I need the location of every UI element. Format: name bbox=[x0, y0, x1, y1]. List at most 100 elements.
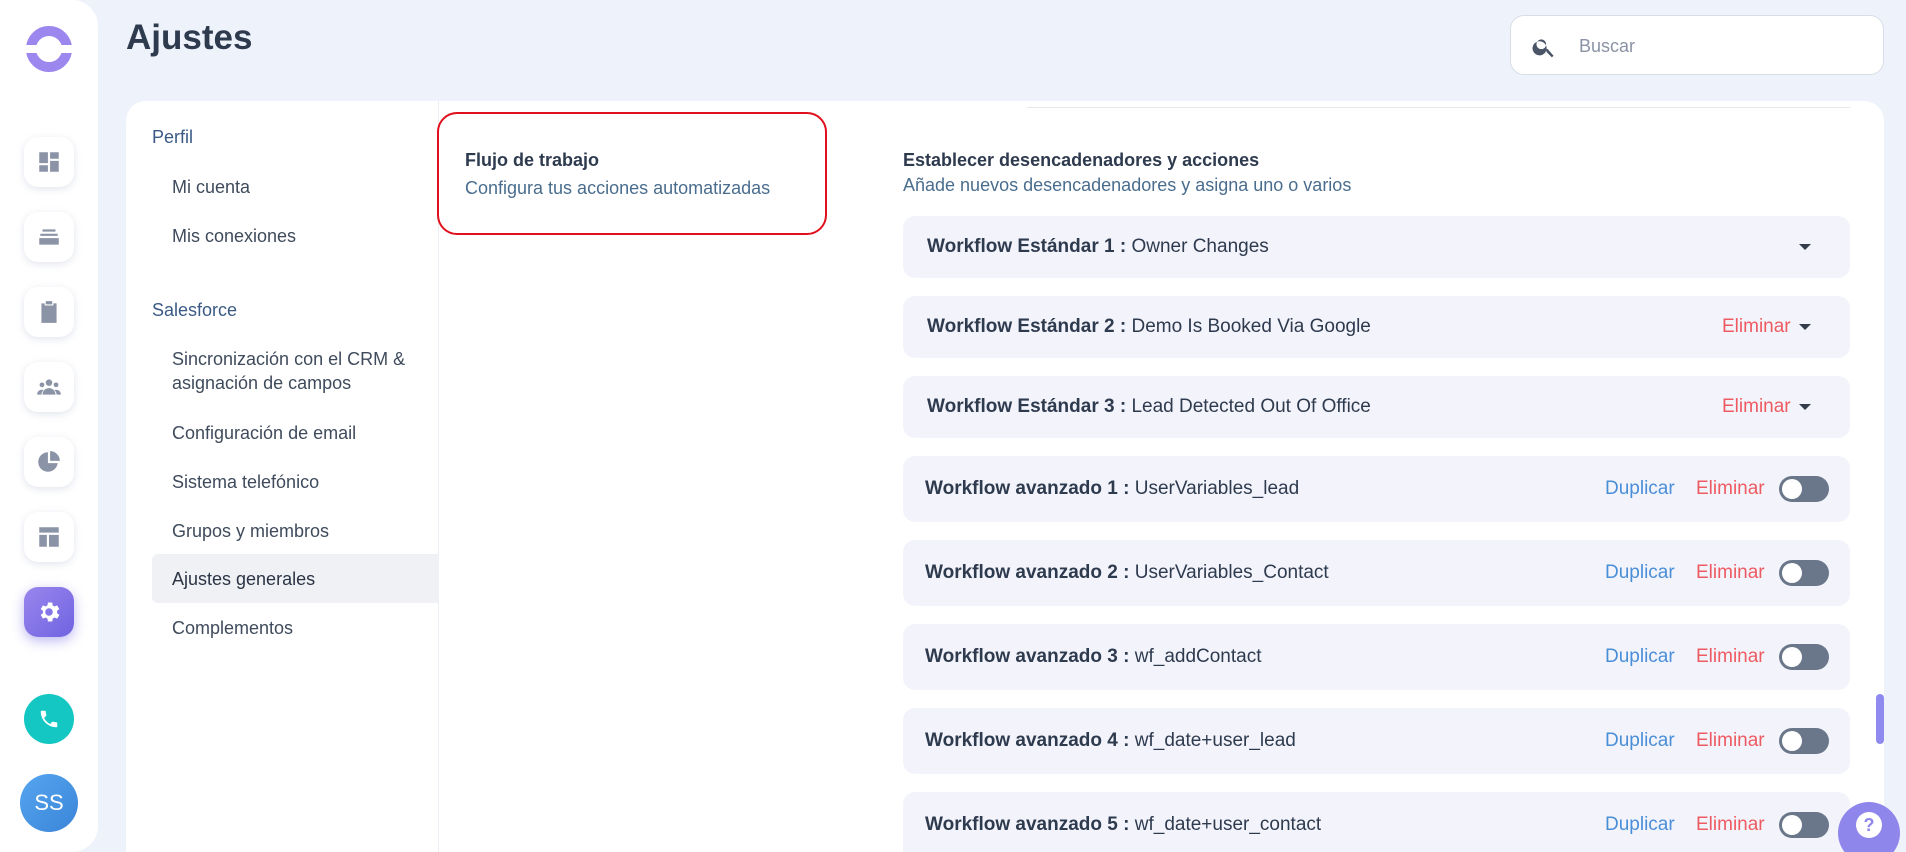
sidebar-item-groups-members[interactable]: Grupos y miembros bbox=[152, 519, 439, 543]
workflow-name: wf_date+user_contact bbox=[1134, 814, 1322, 835]
workflow-section-subtitle: Configura tus acciones automatizadas bbox=[465, 178, 771, 198]
workflow-prefix: Workflow Estándar 2 : bbox=[927, 316, 1127, 337]
workflow-enable-toggle[interactable] bbox=[1779, 812, 1829, 838]
section-divider bbox=[1027, 107, 1850, 108]
rail-teams-button[interactable] bbox=[24, 362, 74, 412]
sidebar-heading-salesforce: Salesforce bbox=[152, 300, 238, 320]
app-logo-icon[interactable] bbox=[24, 24, 74, 74]
help-button[interactable]: ? bbox=[1838, 802, 1900, 852]
workflow-prefix: Workflow Estándar 3 : bbox=[927, 396, 1127, 417]
sidebar-item-crm-sync[interactable]: Sincronización con el CRM & asignación d… bbox=[152, 347, 439, 395]
workflow-name: Owner Changes bbox=[1131, 236, 1269, 257]
sidebar-item-my-connections[interactable]: Mis conexiones bbox=[152, 224, 439, 248]
duplicate-button[interactable]: Duplicar bbox=[1605, 814, 1675, 836]
settings-sidebar: Perfil Mi cuenta Mis conexiones Salesfor… bbox=[126, 101, 439, 852]
gear-icon bbox=[40, 602, 60, 622]
workflow-row-standard-3[interactable]: Workflow Estándar 3 : Lead Detected Out … bbox=[903, 376, 1850, 438]
duplicate-button[interactable]: Duplicar bbox=[1605, 730, 1675, 752]
toggle-knob bbox=[1782, 647, 1802, 667]
workflow-label: Workflow Estándar 3 : Lead Detected Out … bbox=[927, 396, 1371, 418]
workflow-prefix: Workflow avanzado 4 : bbox=[925, 730, 1130, 751]
delete-button[interactable]: Eliminar bbox=[1722, 396, 1791, 418]
search-input[interactable] bbox=[1579, 28, 1869, 64]
phone-icon bbox=[40, 710, 58, 728]
workflow-name: Demo Is Booked Via Google bbox=[1131, 316, 1371, 337]
delete-button[interactable]: Eliminar bbox=[1696, 814, 1765, 836]
workflow-prefix: Workflow avanzado 1 : bbox=[925, 478, 1130, 499]
triggers-title: Establecer desencadenadores y acciones bbox=[903, 150, 1260, 170]
workflow-prefix: Workflow avanzado 2 : bbox=[925, 562, 1130, 583]
nav-rail: SS bbox=[0, 0, 98, 852]
rail-inbox-button[interactable] bbox=[24, 212, 74, 262]
workflow-enable-toggle[interactable] bbox=[1779, 560, 1829, 586]
triggers-subtitle: Añade nuevos desencadenadores y asigna u… bbox=[903, 175, 1352, 195]
workflow-section-title: Flujo de trabajo bbox=[465, 150, 600, 170]
workflow-row-advanced-2[interactable]: Workflow avanzado 2 : UserVariables_Cont… bbox=[903, 540, 1850, 606]
delete-button[interactable]: Eliminar bbox=[1696, 646, 1765, 668]
sidebar-item-my-account[interactable]: Mi cuenta bbox=[152, 175, 439, 199]
search-box[interactable] bbox=[1510, 15, 1884, 75]
workflow-enable-toggle[interactable] bbox=[1779, 644, 1829, 670]
dashboard-icon bbox=[39, 152, 59, 172]
workflow-row-advanced-5[interactable]: Workflow avanzado 5 : wf_date+user_conta… bbox=[903, 792, 1850, 852]
toggle-knob bbox=[1782, 479, 1802, 499]
workflow-label: Workflow avanzado 2 : UserVariables_Cont… bbox=[925, 562, 1329, 584]
workflow-prefix: Workflow avanzado 3 : bbox=[925, 646, 1130, 667]
workflow-row-standard-2[interactable]: Workflow Estándar 2 : Demo Is Booked Via… bbox=[903, 296, 1850, 358]
workflow-enable-toggle[interactable] bbox=[1779, 476, 1829, 502]
sidebar-item-general-settings[interactable]: Ajustes generales bbox=[152, 554, 439, 603]
delete-button[interactable]: Eliminar bbox=[1722, 316, 1791, 338]
question-icon: ? bbox=[1856, 812, 1882, 838]
workflow-label: Workflow avanzado 3 : wf_addContact bbox=[925, 646, 1262, 668]
toggle-knob bbox=[1782, 815, 1802, 835]
workflow-name: wf_addContact bbox=[1134, 646, 1262, 667]
duplicate-button[interactable]: Duplicar bbox=[1605, 478, 1675, 500]
workflow-label: Workflow avanzado 1 : UserVariables_lead bbox=[925, 478, 1299, 500]
delete-button[interactable]: Eliminar bbox=[1696, 562, 1765, 584]
scrollbar-thumb[interactable] bbox=[1876, 694, 1884, 744]
workflow-label: Workflow Estándar 2 : Demo Is Booked Via… bbox=[927, 316, 1371, 338]
workflow-prefix: Workflow avanzado 5 : bbox=[925, 814, 1130, 835]
search-icon bbox=[1532, 39, 1554, 58]
chevron-down-icon[interactable] bbox=[1799, 244, 1811, 250]
pie-chart-icon bbox=[38, 451, 60, 472]
clipboard-icon bbox=[41, 301, 57, 323]
layout-icon bbox=[39, 527, 59, 547]
phone-call-button[interactable] bbox=[24, 694, 74, 744]
workflow-label: Workflow avanzado 5 : wf_date+user_conta… bbox=[925, 814, 1321, 836]
workflow-label: Workflow Estándar 1 : Owner Changes bbox=[927, 236, 1269, 258]
chevron-down-icon[interactable] bbox=[1799, 404, 1811, 410]
workflow-row-advanced-1[interactable]: Workflow avanzado 1 : UserVariables_lead… bbox=[903, 456, 1850, 522]
workflow-row-advanced-4[interactable]: Workflow avanzado 4 : wf_date+user_lead … bbox=[903, 708, 1850, 774]
workflow-row-advanced-3[interactable]: Workflow avanzado 3 : wf_addContact Dupl… bbox=[903, 624, 1850, 690]
page-title: Ajustes bbox=[126, 18, 253, 57]
chevron-down-icon[interactable] bbox=[1799, 324, 1811, 330]
workflow-row-standard-1[interactable]: Workflow Estándar 1 : Owner Changes bbox=[903, 216, 1850, 278]
workflow-enable-toggle[interactable] bbox=[1779, 728, 1829, 754]
sidebar-item-phone-system[interactable]: Sistema telefónico bbox=[152, 470, 439, 494]
sidebar-heading-profile: Perfil bbox=[152, 127, 194, 147]
workflow-name: UserVariables_lead bbox=[1134, 478, 1300, 499]
inbox-icon bbox=[39, 229, 59, 245]
rail-reports-button[interactable] bbox=[24, 437, 74, 487]
people-icon bbox=[37, 379, 61, 395]
rail-templates-button[interactable] bbox=[24, 512, 74, 562]
rail-dashboard-button[interactable] bbox=[24, 137, 74, 187]
workflow-name: wf_date+user_lead bbox=[1134, 730, 1296, 751]
duplicate-button[interactable]: Duplicar bbox=[1605, 646, 1675, 668]
workflow-section-highlight bbox=[437, 112, 827, 235]
toggle-knob bbox=[1782, 731, 1802, 751]
duplicate-button[interactable]: Duplicar bbox=[1605, 562, 1675, 584]
sidebar-item-email-config[interactable]: Configuración de email bbox=[152, 421, 439, 445]
toggle-knob bbox=[1782, 563, 1802, 583]
rail-settings-button[interactable] bbox=[24, 587, 74, 637]
workflow-label: Workflow avanzado 4 : wf_date+user_lead bbox=[925, 730, 1296, 752]
sidebar-item-add-ons[interactable]: Complementos bbox=[152, 616, 439, 640]
workflow-name: UserVariables_Contact bbox=[1134, 562, 1329, 583]
delete-button[interactable]: Eliminar bbox=[1696, 730, 1765, 752]
workflow-name: Lead Detected Out Of Office bbox=[1131, 396, 1371, 417]
delete-button[interactable]: Eliminar bbox=[1696, 478, 1765, 500]
workflow-prefix: Workflow Estándar 1 : bbox=[927, 236, 1127, 257]
rail-tasks-button[interactable] bbox=[24, 287, 74, 337]
user-avatar[interactable]: SS bbox=[20, 774, 78, 832]
